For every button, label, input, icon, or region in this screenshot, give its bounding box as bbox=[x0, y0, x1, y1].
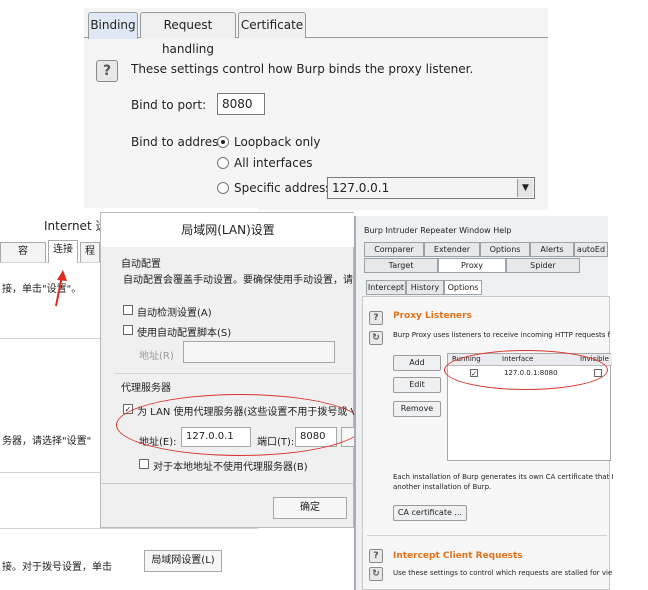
proxy-section: 代理服务器 bbox=[121, 383, 171, 394]
separator bbox=[0, 528, 258, 529]
separator bbox=[101, 483, 355, 484]
edit-button[interactable]: Edit bbox=[393, 377, 441, 393]
chevron-down-icon[interactable]: ▼ bbox=[517, 179, 533, 197]
lan-settings-dialog: 局域网(LAN)设置 自动配置 自动配置会覆盖手动设置。要确保使用手动设置，请禁… bbox=[100, 212, 355, 528]
radio-specific-address-label: Specific address: bbox=[234, 181, 336, 195]
intercept-requests-desc: Use these settings to control which requ… bbox=[393, 569, 613, 577]
radio-specific-address[interactable] bbox=[217, 182, 229, 194]
help-icon[interactable]: ? bbox=[369, 311, 383, 325]
highlight-ellipse-proxy bbox=[116, 394, 364, 456]
refresh-icon[interactable]: ↻ bbox=[369, 567, 383, 581]
script-address-input[interactable] bbox=[183, 341, 335, 363]
binding-panel: Binding Request handling Certificate ? T… bbox=[84, 8, 548, 210]
separator bbox=[0, 472, 100, 473]
help-icon[interactable]: ? bbox=[96, 60, 118, 82]
add-button[interactable]: Add bbox=[393, 355, 441, 371]
tab-options[interactable]: Options bbox=[480, 242, 530, 257]
proxy-listeners-title: Proxy Listeners bbox=[393, 311, 472, 321]
subtab-history[interactable]: History bbox=[406, 280, 444, 295]
bind-address-label: Bind to address: bbox=[131, 135, 229, 149]
auto-detect-label: 自动检测设置(A) bbox=[137, 308, 212, 319]
burp-window: Burp Intruder Repeater Window Help Compa… bbox=[354, 216, 614, 590]
tab-target[interactable]: Target bbox=[364, 258, 438, 273]
binding-tabbar: Binding Request handling Certificate bbox=[84, 8, 548, 56]
tab-binding[interactable]: Binding bbox=[88, 12, 138, 39]
ok-button[interactable]: 确定 bbox=[273, 497, 347, 519]
ca-text-2: another installation of Burp. bbox=[393, 483, 492, 491]
lan-dialog-title: 局域网(LAN)设置 bbox=[101, 213, 355, 247]
bypass-local-label: 对于本地地址不使用代理服务器(B) bbox=[153, 462, 308, 473]
red-arrow-up bbox=[55, 275, 63, 307]
options-panel: ? ↻ Proxy Listeners Burp Proxy uses list… bbox=[362, 296, 614, 590]
separator bbox=[115, 373, 355, 374]
bind-port-label: Bind to port: bbox=[131, 98, 207, 112]
connections-text-2: 务器，请选择"设置" bbox=[2, 436, 92, 447]
red-arrowhead bbox=[57, 270, 67, 281]
radio-loopback-label: Loopback only bbox=[234, 135, 321, 149]
specific-address-value: 127.0.0.1 bbox=[332, 181, 390, 195]
separator bbox=[367, 535, 607, 536]
tab-proxy[interactable]: Proxy bbox=[438, 258, 506, 273]
auto-detect-checkbox[interactable] bbox=[123, 305, 133, 315]
tab-autoedit[interactable]: autoEd bbox=[574, 242, 608, 257]
bypass-local-checkbox[interactable] bbox=[139, 459, 149, 469]
tab-extender[interactable]: Extender bbox=[424, 242, 480, 257]
intercept-requests-title: Intercept Client Requests bbox=[393, 551, 523, 561]
proxy-listeners-desc: Burp Proxy uses listeners to receive inc… bbox=[393, 331, 611, 339]
bind-port-input[interactable]: 8080 bbox=[217, 93, 265, 115]
auto-config-desc: 自动配置会覆盖手动设置。要确保使用手动设置，请禁用自动 bbox=[123, 275, 353, 286]
tab-alerts[interactable]: Alerts bbox=[530, 242, 574, 257]
subtab-intercept[interactable]: Intercept bbox=[366, 280, 406, 295]
radio-loopback[interactable] bbox=[217, 136, 229, 148]
connections-text-3: 接。对于拨号设置，单击 bbox=[2, 562, 112, 573]
specific-address-combo[interactable]: 127.0.0.1 ▼ bbox=[327, 177, 535, 199]
auto-script-checkbox[interactable] bbox=[123, 325, 133, 335]
tab-spider[interactable]: Spider bbox=[506, 258, 580, 273]
radio-all-interfaces-label: All interfaces bbox=[234, 156, 313, 170]
highlight-ellipse-listener bbox=[444, 350, 608, 390]
tab-request-handling[interactable]: Request handling bbox=[140, 12, 236, 56]
remove-button[interactable]: Remove bbox=[393, 401, 441, 417]
tab-certificate[interactable]: Certificate bbox=[238, 12, 306, 38]
binding-description: These settings control how Burp binds th… bbox=[131, 62, 474, 76]
lan-settings-button[interactable]: 局域网设置(L) bbox=[144, 550, 222, 572]
script-address-label: 地址(R) bbox=[139, 351, 174, 362]
radio-all-interfaces[interactable] bbox=[217, 157, 229, 169]
subtab-options[interactable]: Options bbox=[444, 280, 482, 295]
tab-comparer[interactable]: Comparer bbox=[364, 242, 424, 257]
help-icon[interactable]: ? bbox=[369, 549, 383, 563]
auto-config-section: 自动配置 bbox=[121, 259, 161, 270]
burp-menu-bar[interactable]: Burp Intruder Repeater Window Help bbox=[364, 226, 511, 235]
ca-certificate-button[interactable]: CA certificate ... bbox=[393, 505, 467, 521]
auto-script-label: 使用自动配置脚本(S) bbox=[137, 328, 232, 339]
ca-text-1: Each installation of Burp generates its … bbox=[393, 473, 614, 481]
refresh-icon[interactable]: ↻ bbox=[369, 331, 383, 345]
